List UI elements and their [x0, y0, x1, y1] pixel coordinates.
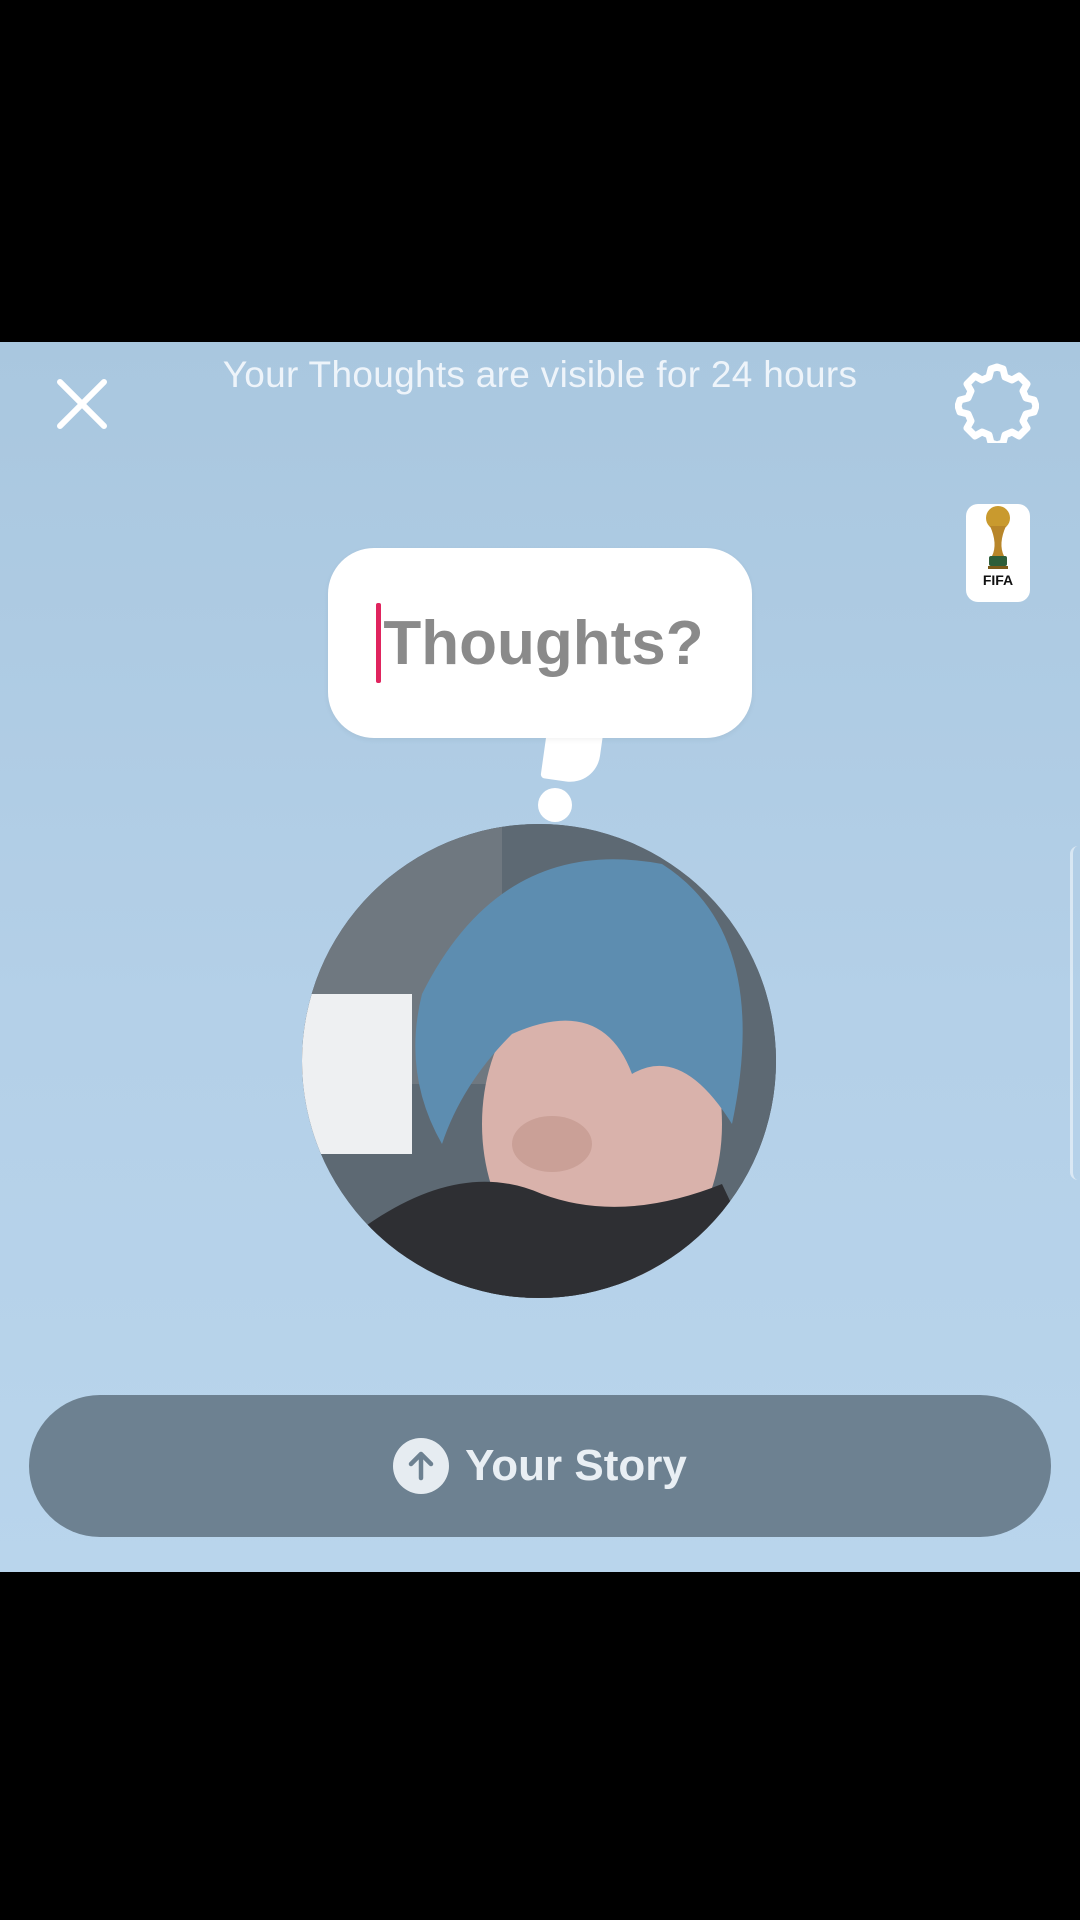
your-story-button[interactable]: Your Story	[29, 1395, 1051, 1537]
bubble-dot	[538, 788, 572, 822]
thought-bubble[interactable]: Thoughts?	[328, 548, 752, 738]
fifa-label: FIFA	[982, 572, 1014, 588]
thought-placeholder: Thoughts?	[383, 608, 704, 678]
side-handle[interactable]	[1070, 846, 1080, 1180]
visibility-info-text: Your Thoughts are visible for 24 hours	[222, 354, 858, 395]
settings-button[interactable]	[952, 356, 1042, 446]
text-caret	[376, 603, 382, 683]
your-story-label: Your Story	[465, 1441, 687, 1490]
gear-icon	[955, 363, 1039, 443]
close-button[interactable]	[42, 364, 122, 444]
fifa-sticker-button[interactable]: FIFA	[966, 504, 1030, 602]
profile-photo	[302, 824, 776, 1298]
top-bar: Your Thoughts are visible for 24 hours	[0, 342, 1080, 462]
world-cup-trophy-icon	[986, 506, 1010, 569]
thoughts-composer-screen: Your Thoughts are visible for 24 hours F…	[0, 342, 1080, 1572]
upload-arrow-icon	[393, 1438, 450, 1494]
thought-input[interactable]: Thoughts?	[376, 603, 704, 683]
profile-photo-art	[302, 824, 776, 1298]
close-icon	[57, 379, 107, 429]
